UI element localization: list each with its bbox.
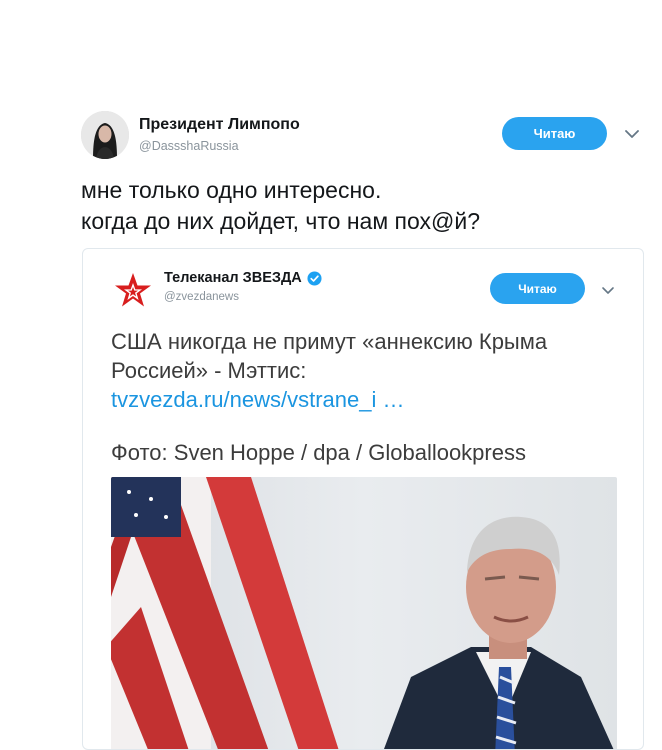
tweet: Президент Лимпопо @DassshaRussia Читаю м…	[0, 0, 662, 750]
quoted-follow-button[interactable]: Читаю	[490, 273, 585, 304]
quoted-author-handle[interactable]: @zvezdanews	[164, 291, 239, 303]
quoted-tweet-text: США никогда не примут «аннексию Крыма Ро…	[111, 327, 631, 414]
quoted-text-line: Россией» - Мэттис:	[111, 358, 307, 383]
follow-button[interactable]: Читаю	[502, 117, 607, 150]
tweet-text-line: мне только одно интересно.	[81, 177, 382, 203]
zvezda-star-logo[interactable]	[111, 269, 155, 313]
verified-badge-icon	[307, 270, 322, 286]
quoted-tweet-card[interactable]: Телеканал ЗВЕЗДА @zvezdanews Читаю США н…	[82, 248, 644, 750]
avatar[interactable]	[81, 111, 129, 159]
author-display-name[interactable]: Президент Лимпопо	[139, 116, 300, 134]
tweet-text-line: когда до них дойдет, что нам пох@й?	[81, 208, 480, 234]
photo-caption: Фото: Sven Hoppe / dpa / Globallookpress	[111, 440, 526, 465]
quoted-author-name[interactable]: Телеканал ЗВЕЗДА	[164, 270, 322, 286]
author-handle[interactable]: @DassshaRussia	[139, 139, 239, 153]
tweet-text: мне только одно интересно. когда до них …	[81, 175, 641, 237]
news-photo[interactable]	[111, 477, 617, 749]
chevron-down-icon[interactable]	[624, 128, 640, 140]
article-link[interactable]: tvzvezda.ru/news/vstrane_i …	[111, 385, 631, 414]
quoted-author-display-name[interactable]: Телеканал ЗВЕЗДА	[164, 270, 302, 286]
chevron-down-icon[interactable]	[601, 286, 615, 296]
quoted-text-line: США никогда не примут «аннексию Крыма	[111, 329, 548, 354]
